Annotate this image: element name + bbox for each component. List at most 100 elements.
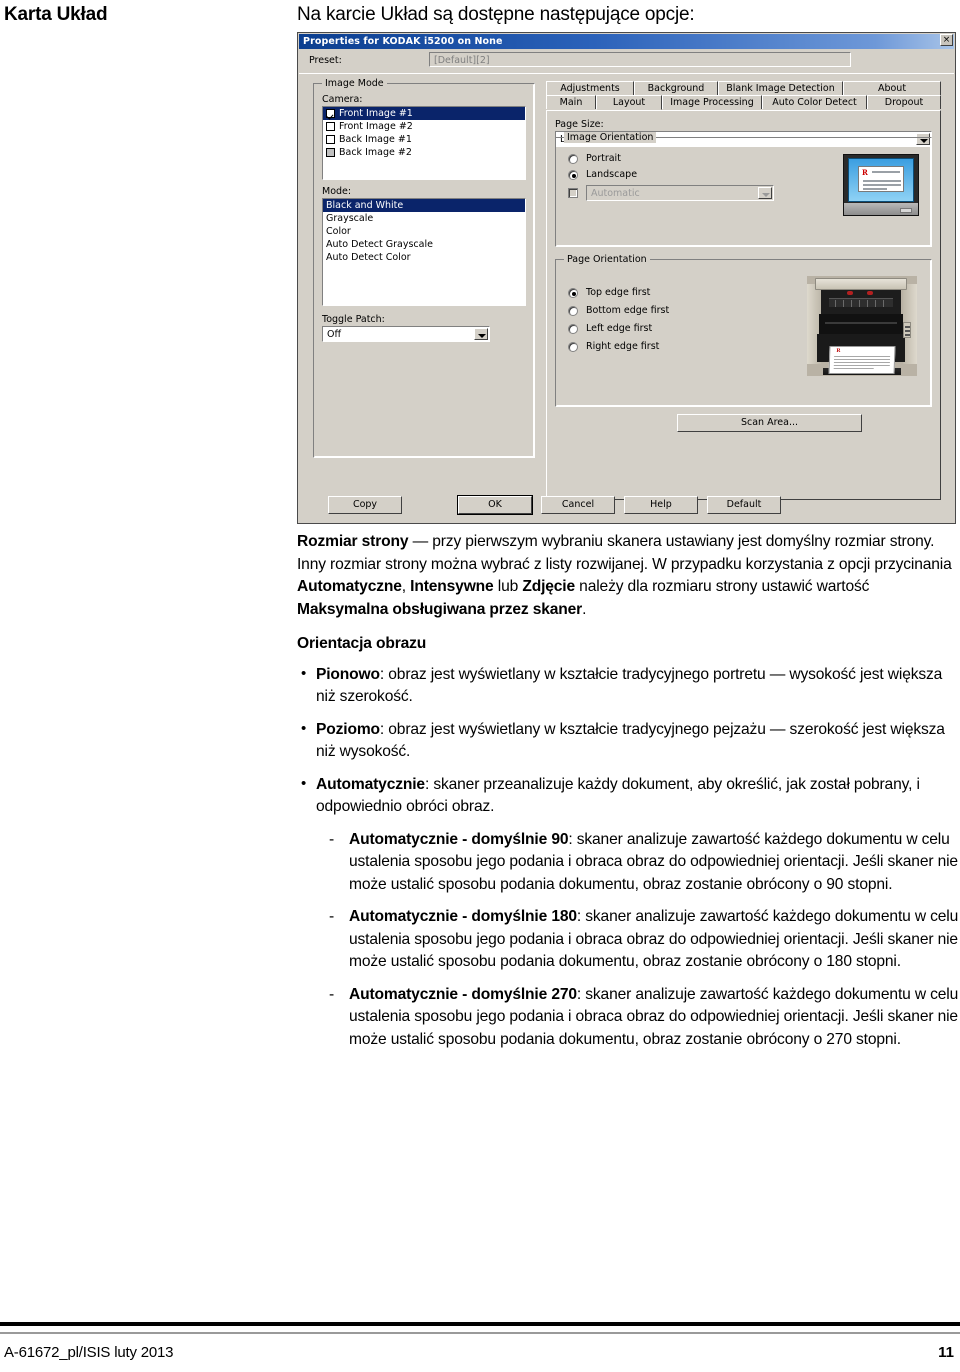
list-item[interactable]: Front Image #2 [323,120,525,133]
image-orientation-group-title: Image Orientation [564,132,657,143]
scan-area-button[interactable]: Scan Area... [677,414,862,432]
radio-left-edge-first[interactable] [568,324,578,334]
camera-label: Camera: [322,94,363,105]
checkbox-icon [326,148,335,157]
paragraph-page-size: Rozmiar strony — przy pierwszym wybraniu… [297,531,960,621]
tab-auto-color-detect[interactable]: Auto Color Detect [762,95,867,109]
list-item[interactable]: Back Image #1 [323,133,525,146]
preset-label: Preset: [309,55,342,66]
checkbox-icon[interactable] [326,135,335,144]
list-item: Automatycznie - domyślnie 270: skaner an… [313,984,960,1052]
preset-row: Preset: [Default][2] [299,51,954,71]
footer-divider-secondary [0,1332,960,1334]
radio-bottom-edge-first[interactable] [568,306,578,316]
bullet-term-poziomo: Poziomo [316,720,380,738]
label-left-edge-first: Left edge first [586,323,653,334]
bullet-term-pionowo: Pionowo [316,665,380,683]
text-5: . [582,600,587,618]
sub-term-180: Automatycznie - domyślnie 180 [349,908,577,925]
list-item[interactable]: Color [323,225,525,238]
close-icon[interactable]: × [940,34,953,46]
list-item: Poziomo: obraz jest wyświetlany w kształ… [297,718,960,764]
preview-logo-icon: R [862,168,868,177]
image-mode-group: Image Mode Camera: Front Image #1 Front … [313,78,535,458]
list-item: Automatycznie - domyślnie 90: skaner ana… [313,829,960,897]
body-copy: Rozmiar strony — przy pierwszym wybraniu… [297,531,960,1061]
mode-label: Mode: [322,186,352,197]
dialog-titlebar: Properties for KODAK i5200 on None [299,34,954,49]
list-item[interactable]: Black and White [323,199,525,212]
term-zdjecie: Zdjęcie [522,578,575,595]
list-item[interactable]: Grayscale [323,212,525,225]
dialog-title: Properties for KODAK i5200 on None [303,36,503,47]
label-top-edge-first: Top edge first [586,287,651,298]
list-item[interactable]: Front Image #1 [323,107,525,120]
tab-adjustments[interactable]: Adjustments [546,81,634,95]
page-orientation-group: Page Orientation Top edge first Bottom e… [555,254,932,407]
radio-top-edge-first[interactable] [568,288,578,298]
bullet-text-pionowo: : obraz jest wyświetlany w kształcie tra… [316,665,943,706]
scanner-paper-logo-icon: R [836,348,841,354]
list-item: Pionowo: obraz jest wyświetlany w kształ… [297,663,960,709]
camera-label-2: Back Image #1 [339,134,412,145]
toggle-patch-value: Off [327,329,342,340]
page-title: Karta Układ [4,4,108,25]
tab-layout[interactable]: Layout [596,95,662,110]
list-item[interactable]: Back Image #2 [323,146,525,159]
orientation-preview-icon: R [843,154,919,216]
list-item: Automatycznie: skaner przeanalizuje każd… [297,773,960,819]
intro-text: Na karcie Układ są dostępne następujące … [297,4,695,25]
toggle-patch-label: Toggle Patch: [322,314,385,325]
sub-term-90: Automatycznie - domyślnie 90 [349,830,569,848]
text-4: należy dla rozmiaru strony ustawić warto… [575,578,870,595]
term-automatyczne: Automatyczne [297,578,402,595]
tab-dropout[interactable]: Dropout [867,95,941,109]
camera-label-1: Front Image #2 [339,121,413,132]
list-item: Automatycznie - domyślnie 180: skaner an… [313,906,960,974]
term-rozmiar-strony: Rozmiar strony [297,533,409,550]
label-bottom-edge-first: Bottom edge first [586,305,670,316]
chevron-down-icon [758,187,772,199]
preset-input[interactable]: [Default][2] [429,52,851,67]
checkbox-automatic[interactable] [568,188,578,198]
automatic-select: Automatic [586,185,774,201]
radio-portrait[interactable] [568,154,578,164]
toggle-patch-select[interactable]: Off [322,326,490,342]
image-orientation-group: Image Orientation Portrait Landscape Aut… [555,132,932,247]
chevron-down-icon[interactable] [474,328,488,340]
copy-button[interactable]: Copy [328,496,402,514]
bullet-text-poziomo: : obraz jest wyświetlany w kształcie tra… [316,720,945,761]
list-item[interactable]: Auto Detect Color [323,251,525,264]
section-heading-orientation: Orientacja obrazu [297,635,427,652]
tab-background[interactable]: Background [634,81,718,95]
ok-button[interactable]: OK [457,495,533,515]
help-button[interactable]: Help [624,496,698,514]
mode-listbox[interactable]: Black and White Grayscale Color Auto Det… [322,198,526,306]
tab-about[interactable]: About [843,81,941,95]
list-item[interactable]: Auto Detect Grayscale [323,238,525,251]
camera-label-0: Front Image #1 [339,108,413,119]
preset-value: [Default][2] [434,55,490,66]
term-intensywne: Intensywne [410,578,494,595]
term-maksymalna: Maksymalna obsługiwana przez skaner [297,600,583,618]
tab-image-processing[interactable]: Image Processing [662,95,762,109]
tab-main[interactable]: Main [546,95,596,109]
label-right-edge-first: Right edge first [586,341,660,352]
scanner-illustration: R [807,276,917,376]
tab-strip: Adjustments Background Blank Image Detec… [546,81,941,111]
default-button[interactable]: Default [707,496,781,514]
checkbox-icon[interactable] [326,109,335,118]
footer-page-number: 11 [938,1344,954,1361]
properties-dialog: Properties for KODAK i5200 on None × Pre… [297,32,956,524]
radio-landscape[interactable] [568,170,578,180]
tab-blank-image-detection[interactable]: Blank Image Detection [718,81,843,95]
checkbox-icon[interactable] [326,122,335,131]
page-orientation-group-title: Page Orientation [564,254,650,265]
automatic-value: Automatic [591,188,640,199]
camera-listbox[interactable]: Front Image #1 Front Image #2 Back Image… [322,106,526,180]
radio-right-edge-first[interactable] [568,342,578,352]
page-size-label: Page Size: [555,119,604,130]
sub-term-270: Automatycznie - domyślnie 270 [349,985,577,1003]
image-mode-group-title: Image Mode [322,78,387,89]
cancel-button[interactable]: Cancel [541,496,615,514]
